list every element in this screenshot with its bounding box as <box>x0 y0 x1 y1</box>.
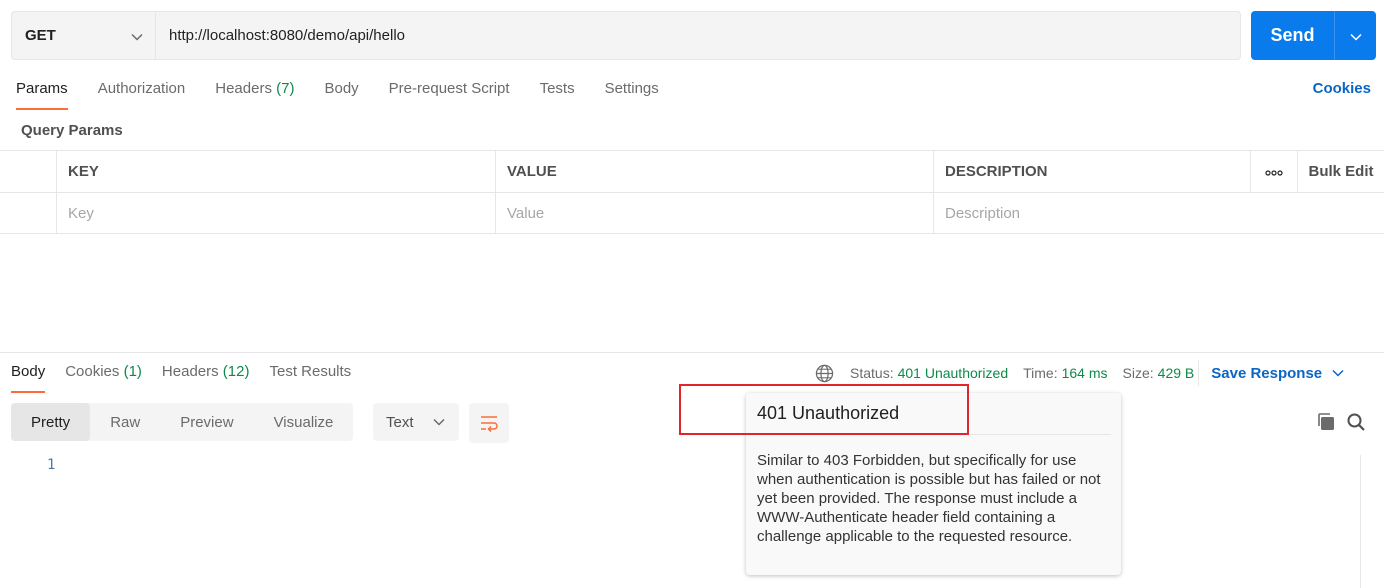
tab-label: Settings <box>604 80 659 97</box>
view-mode-raw[interactable]: Raw <box>90 403 160 441</box>
view-mode-pretty[interactable]: Pretty <box>11 403 91 441</box>
search-icon[interactable] <box>1346 412 1366 435</box>
checkbox-column-header <box>0 151 57 192</box>
time-value[interactable]: 164 ms <box>1062 365 1108 381</box>
query-params-title: Query Params <box>21 122 123 139</box>
cookies-link[interactable]: Cookies <box>1313 80 1371 97</box>
view-mode-visualize[interactable]: Visualize <box>254 403 354 441</box>
response-divider[interactable] <box>0 352 1384 353</box>
send-button[interactable]: Send <box>1251 11 1335 60</box>
size-label: Size: <box>1122 365 1154 381</box>
size-value[interactable]: 429 B <box>1158 365 1195 381</box>
tab-test-results[interactable]: Test Results <box>269 363 351 393</box>
tab-tests[interactable]: Tests <box>540 80 575 110</box>
status-label: Status: <box>850 365 894 381</box>
save-response-button[interactable]: Save Response <box>1211 365 1344 382</box>
send-button-group: Send <box>1251 11 1376 60</box>
description-column-header: DESCRIPTION <box>934 151 1251 192</box>
response-status-bar: Status: 401 Unauthorized Time: 164 ms Si… <box>815 360 1344 386</box>
tooltip-divider <box>757 434 1111 435</box>
tab-label: Body <box>11 363 46 380</box>
copy-icon[interactable] <box>1316 412 1336 435</box>
wrap-lines-button[interactable] <box>469 403 509 443</box>
tab-label: Pre-request Script <box>388 80 510 97</box>
tab-label: Body <box>324 80 359 97</box>
view-mode-segmented-control: Pretty Raw Preview Visualize <box>11 403 354 441</box>
tab-body[interactable]: Body <box>324 80 358 110</box>
description-input[interactable]: Description <box>934 193 1251 233</box>
tab-response-cookies[interactable]: Cookies (1) <box>65 363 142 393</box>
value-input[interactable]: Value <box>496 193 934 233</box>
tab-pre-request-script[interactable]: Pre-request Script <box>389 80 510 110</box>
scrollbar-track[interactable] <box>1360 455 1361 588</box>
format-label: Text <box>386 413 414 431</box>
method-label: GET <box>25 27 56 44</box>
key-input[interactable]: Key <box>57 193 496 233</box>
query-params-table: KEY VALUE DESCRIPTION Bulk Edit Key Valu… <box>0 150 1384 234</box>
tab-settings[interactable]: Settings <box>605 80 659 110</box>
request-tabs: Params Authorization Headers (7) Body Pr… <box>16 80 689 110</box>
tooltip-title: 401 Unauthorized <box>757 403 900 423</box>
format-select[interactable]: Text <box>373 403 459 441</box>
row-checkbox-cell <box>0 193 57 233</box>
tooltip-body: Similar to 403 Forbidden, but specifical… <box>757 452 1101 545</box>
send-options-button[interactable] <box>1335 11 1376 60</box>
url-input[interactable]: http://localhost:8080/demo/api/hello <box>156 12 1240 59</box>
chevron-down-icon <box>1332 369 1344 377</box>
tab-label: Cookies <box>65 363 120 380</box>
wrap-lines-icon <box>479 414 499 432</box>
tab-authorization[interactable]: Authorization <box>98 80 186 110</box>
tab-response-headers[interactable]: Headers (12) <box>162 363 250 393</box>
tab-count: (7) <box>276 80 295 97</box>
method-select[interactable]: GET <box>12 12 156 59</box>
tab-count: (1) <box>123 363 142 380</box>
response-tabs: Body Cookies (1) Headers (12) Test Resul… <box>11 363 371 393</box>
key-column-header: KEY <box>57 151 496 192</box>
tab-label: Params <box>16 80 68 97</box>
bulk-edit-button[interactable]: Bulk Edit <box>1298 151 1384 192</box>
time-label: Time: <box>1023 365 1058 381</box>
tab-label: Authorization <box>97 80 186 97</box>
tab-params[interactable]: Params <box>16 80 68 110</box>
chevron-down-icon <box>433 418 445 426</box>
request-url-bar: GET http://localhost:8080/demo/api/hello <box>11 11 1241 60</box>
tab-label: Test Results <box>269 363 352 380</box>
globe-icon[interactable] <box>815 364 834 383</box>
status-value[interactable]: 401 Unauthorized <box>898 365 1009 381</box>
divider <box>1198 360 1200 386</box>
chevron-down-icon <box>131 28 143 44</box>
view-mode-preview[interactable]: Preview <box>160 403 253 441</box>
table-header-row: KEY VALUE DESCRIPTION Bulk Edit <box>0 150 1384 192</box>
status-tooltip: 401 Unauthorized Similar to 403 Forbidde… <box>746 393 1121 575</box>
chevron-down-icon <box>1349 28 1362 44</box>
tab-response-body[interactable]: Body <box>11 363 46 393</box>
table-row: Key Value Description <box>0 192 1384 234</box>
line-number: 1 <box>47 457 56 473</box>
tab-label: Headers <box>161 363 219 380</box>
value-column-header: VALUE <box>496 151 934 192</box>
tab-headers[interactable]: Headers (7) <box>215 80 294 110</box>
save-response-label: Save Response <box>1211 364 1323 382</box>
tab-label: Tests <box>539 80 575 97</box>
more-options-button[interactable] <box>1251 151 1298 192</box>
more-icon <box>1265 163 1283 180</box>
tab-label: Headers <box>215 80 272 97</box>
tab-count: (12) <box>222 363 250 380</box>
